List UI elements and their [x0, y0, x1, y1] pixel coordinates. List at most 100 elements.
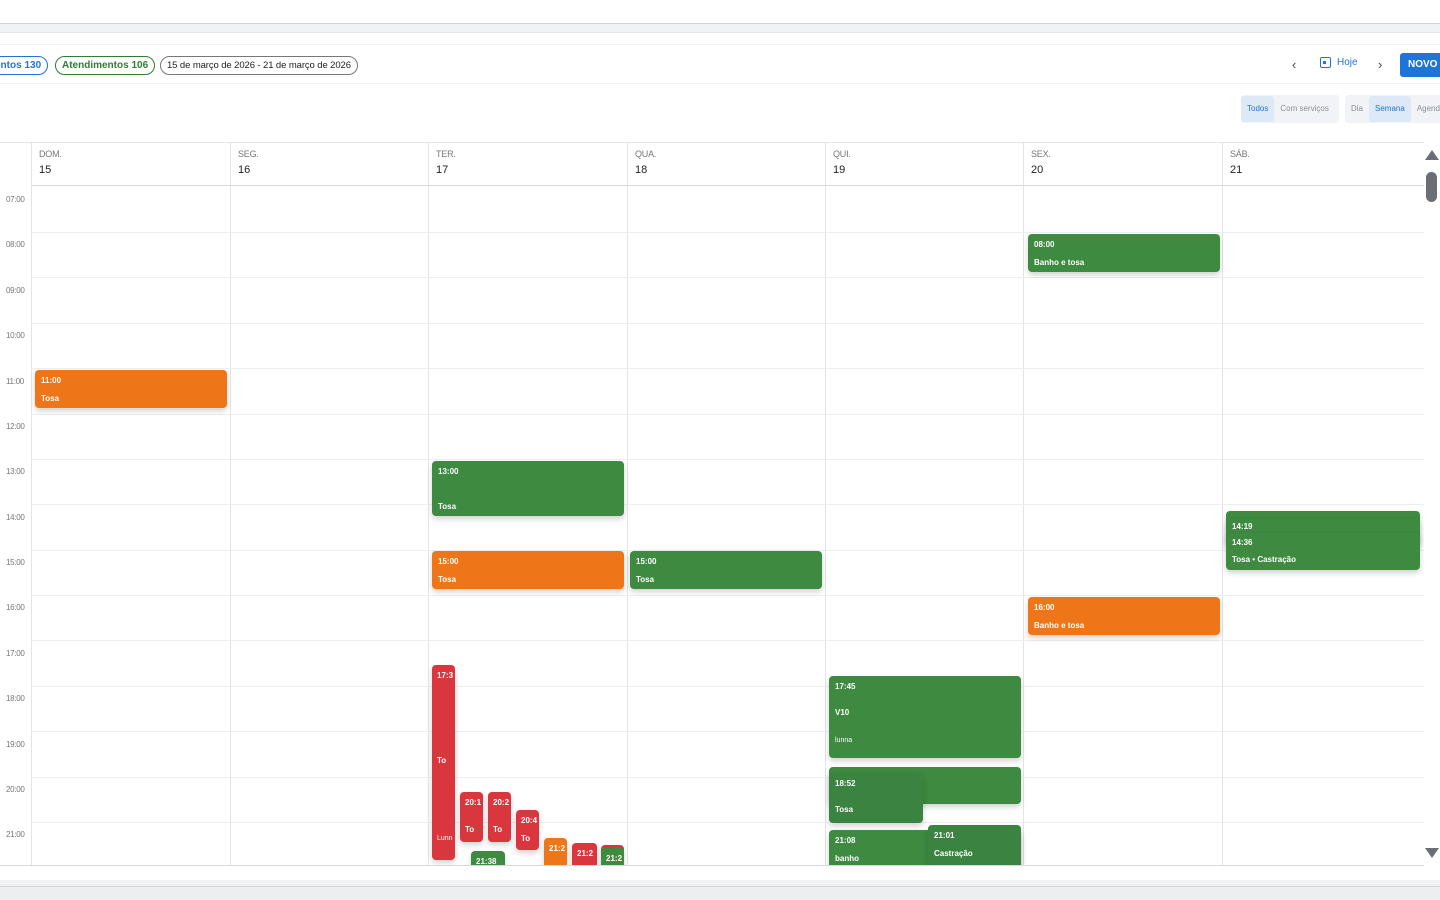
window-bottom-strip [0, 886, 1440, 900]
service-filter: Todos Com serviços [1241, 95, 1339, 123]
event-time: 15:00 [636, 557, 657, 566]
day-header-fri[interactable]: SEX. 20 [1023, 143, 1222, 186]
week-grid: DOM. 15 SEG. 16 TER. 17 QUA. 18 QUI. 19 SEX. 2… [0, 142, 1424, 866]
hour-label: 14:00 [6, 513, 25, 522]
appointment-event[interactable]: 14:36 Tosa • Castração [1226, 533, 1420, 570]
event-time: 14:36 [1232, 538, 1253, 547]
hour-label: 07:00 [6, 195, 25, 204]
hour-label: 13:00 [6, 467, 25, 476]
hour-label: 18:00 [6, 694, 25, 703]
event-time: 17:45 [835, 682, 856, 691]
event-label: Banho e tosa [1034, 621, 1085, 630]
event-label: Banho e tosa [1034, 258, 1085, 267]
day-number: 19 [833, 164, 846, 176]
calendar-toolbar: entos 130 Atendimentos 106 15 de março d… [0, 44, 1440, 84]
grid-scrollbar[interactable] [1424, 142, 1440, 866]
day-number: 15 [39, 164, 52, 176]
appointment-event[interactable]: 17:3 To Lunn [432, 665, 455, 860]
appointment-event[interactable]: 21:2 [601, 845, 624, 865]
appointment-event[interactable]: 20:2 To [488, 792, 511, 842]
filter-com-servicos[interactable]: Com serviços [1274, 96, 1334, 122]
appointment-event[interactable]: 15:00 Tosa [630, 551, 822, 589]
hour-label: 19:00 [6, 740, 25, 749]
day-name: SÁB. [1230, 149, 1250, 159]
day-header-mon[interactable]: SEG. 16 [230, 143, 428, 186]
hour-label: 09:00 [6, 286, 25, 295]
appointment-event[interactable]: 21:2 [572, 843, 597, 865]
scroll-down-arrow-icon[interactable] [1425, 848, 1439, 858]
event-time: 15:00 [438, 557, 459, 566]
day-name: QUI. [833, 149, 851, 159]
day-number: 18 [635, 164, 648, 176]
hour-label: 08:00 [6, 240, 25, 249]
event-time: 17:3 [437, 671, 454, 680]
event-time: 20:1 [465, 798, 482, 807]
hour-label: 11:00 [6, 377, 24, 386]
event-label: Tosa [41, 394, 60, 403]
today-label: Hoje [1337, 57, 1358, 68]
atendimentos-count-pill[interactable]: Atendimentos 106 [55, 56, 156, 75]
prev-week-button[interactable]: ‹ [1292, 57, 1296, 72]
event-label: Tosa [438, 575, 457, 584]
day-name: SEX. [1031, 149, 1051, 159]
today-button[interactable]: Hoje [1320, 57, 1358, 68]
appointment-event[interactable]: 20:4 To [516, 810, 539, 850]
appointment-event[interactable]: 21:2 [544, 838, 567, 865]
appointment-event[interactable]: 17:45 V10 lunna [829, 676, 1021, 758]
event-time: 14:19 [1232, 522, 1253, 531]
event-label: Castração [934, 849, 973, 858]
event-label: To [493, 825, 503, 834]
hour-label: 17:00 [6, 649, 25, 658]
day-number: 20 [1031, 164, 1044, 176]
hour-label: 12:00 [6, 422, 25, 431]
event-sub: lunna [835, 737, 853, 744]
day-number: 21 [1230, 164, 1243, 176]
day-header-sat[interactable]: SÁB. 21 [1222, 143, 1424, 186]
next-week-button[interactable]: › [1378, 57, 1382, 72]
event-label: To [465, 825, 475, 834]
event-label: Tosa [636, 575, 655, 584]
view-semana[interactable]: Semana [1369, 96, 1411, 122]
event-time: 21:2 [606, 854, 623, 863]
hour-label: 15:00 [6, 558, 25, 567]
day-header-thu[interactable]: QUI. 19 [825, 143, 1023, 186]
day-name: TER. [436, 149, 456, 159]
hour-label: 16:00 [6, 603, 25, 612]
event-time: 21:2 [549, 844, 566, 853]
day-header-wed[interactable]: QUA. 18 [627, 143, 825, 186]
window-top-strip [0, 0, 1440, 24]
appointment-event[interactable]: 18:52 Tosa [829, 773, 923, 823]
view-agenda[interactable]: Agend [1411, 96, 1440, 122]
day-name: QUA. [635, 149, 657, 159]
appointment-event[interactable]: 20:1 To [460, 792, 483, 842]
event-label: Tosa [438, 502, 457, 511]
event-time: 11:00 [41, 376, 62, 385]
view-switcher: Dia Semana Agend [1345, 95, 1440, 123]
appointment-event[interactable]: 21:38 [471, 851, 505, 865]
event-time: 20:2 [493, 798, 510, 807]
filter-todos[interactable]: Todos [1241, 96, 1275, 122]
agendamentos-count-pill[interactable]: entos 130 [0, 56, 49, 75]
day-header-tue[interactable]: TER. 17 [428, 143, 627, 186]
appointment-event[interactable]: 16:00 Banho e tosa [1028, 597, 1220, 635]
day-number: 17 [436, 164, 449, 176]
appointment-event[interactable]: 21:01 Castração [928, 825, 1021, 865]
new-appointment-button[interactable]: NOVO [1400, 53, 1440, 77]
event-time: 13:00 [438, 467, 459, 476]
date-range-pill[interactable]: 15 de março de 2026 - 21 de março de 202… [160, 56, 358, 75]
event-sub: Lunn [437, 835, 453, 842]
event-time: 20:4 [521, 816, 538, 825]
day-number: 16 [238, 164, 251, 176]
scroll-up-arrow-icon[interactable] [1425, 150, 1439, 160]
event-time: 21:01 [934, 831, 955, 840]
scroll-thumb[interactable] [1426, 172, 1437, 202]
appointment-event[interactable]: 13:00 Tosa [432, 461, 624, 516]
appointment-event[interactable]: 08:00 Banho e tosa [1028, 234, 1220, 272]
hour-label: 21:00 [6, 830, 25, 839]
appointment-event[interactable]: 15:00 Tosa [432, 551, 624, 589]
appointment-event[interactable]: 11:00 Tosa [35, 370, 227, 408]
view-dia[interactable]: Dia [1345, 96, 1369, 122]
day-header-sun[interactable]: DOM. 15 [31, 143, 230, 186]
event-label: To [437, 756, 447, 765]
event-label: V10 [835, 708, 850, 717]
